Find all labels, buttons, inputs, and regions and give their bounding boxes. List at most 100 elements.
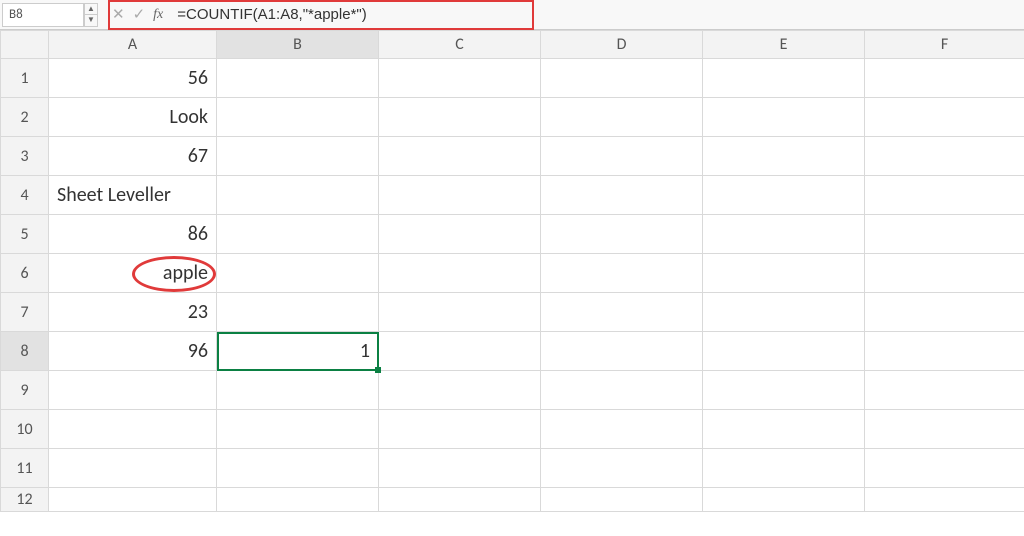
cell-C8[interactable] [379,332,541,371]
cell-F4[interactable] [865,176,1024,215]
fx-label[interactable]: fx [153,7,163,23]
cell-A6[interactable]: apple [49,254,217,293]
cell-E6[interactable] [703,254,865,293]
cell-C6[interactable] [379,254,541,293]
stepper-up-icon[interactable]: ▲ [85,4,97,16]
row-header[interactable]: 11 [1,449,49,488]
row-header[interactable]: 9 [1,371,49,410]
cell-D2[interactable] [541,98,703,137]
row-header[interactable]: 3 [1,137,49,176]
cell-F7[interactable] [865,293,1024,332]
cell-F5[interactable] [865,215,1024,254]
cell-B4[interactable] [217,176,379,215]
cell-B2[interactable] [217,98,379,137]
col-header-E[interactable]: E [703,31,865,59]
cell-E9[interactable] [703,371,865,410]
cell-C7[interactable] [379,293,541,332]
cell-A3[interactable]: 67 [49,137,217,176]
row-header[interactable]: 10 [1,410,49,449]
cell-D3[interactable] [541,137,703,176]
cell-A9[interactable] [49,371,217,410]
cell-F1[interactable] [865,59,1024,98]
cell-C5[interactable] [379,215,541,254]
cell-A10[interactable] [49,410,217,449]
cell-E2[interactable] [703,98,865,137]
select-all-corner[interactable] [1,31,49,59]
row-header[interactable]: 12 [1,488,49,512]
col-header-F[interactable]: F [865,31,1024,59]
cell-D11[interactable] [541,449,703,488]
cell-B9[interactable] [217,371,379,410]
cell-E11[interactable] [703,449,865,488]
cell-F9[interactable] [865,371,1024,410]
cell-F12[interactable] [865,488,1024,512]
cell-E8[interactable] [703,332,865,371]
cell-F3[interactable] [865,137,1024,176]
cell-B10[interactable] [217,410,379,449]
cell-F10[interactable] [865,410,1024,449]
cell-F8[interactable] [865,332,1024,371]
cell-A2[interactable]: Look [49,98,217,137]
cancel-icon[interactable]: ✕ [112,5,125,24]
col-header-B[interactable]: B [217,31,379,59]
cell-B3[interactable] [217,137,379,176]
formula-input[interactable] [177,6,1024,23]
row-header[interactable]: 4 [1,176,49,215]
cell-B5[interactable] [217,215,379,254]
cell-B11[interactable] [217,449,379,488]
cell-E7[interactable] [703,293,865,332]
cell-F6[interactable] [865,254,1024,293]
cell-D4[interactable] [541,176,703,215]
cell-F11[interactable] [865,449,1024,488]
cell-A11[interactable] [49,449,217,488]
col-header-A[interactable]: A [49,31,217,59]
cell-C9[interactable] [379,371,541,410]
row-header[interactable]: 1 [1,59,49,98]
col-header-D[interactable]: D [541,31,703,59]
cell-C2[interactable] [379,98,541,137]
stepper-down-icon[interactable]: ▼ [85,15,97,26]
cell-B12[interactable] [217,488,379,512]
name-box-stepper[interactable]: ▲ ▼ [84,3,98,27]
row-header[interactable]: 2 [1,98,49,137]
cell-A1[interactable]: 56 [49,59,217,98]
cell-D1[interactable] [541,59,703,98]
cell-B6[interactable] [217,254,379,293]
cell-A12[interactable] [49,488,217,512]
cell-E5[interactable] [703,215,865,254]
cell-F2[interactable] [865,98,1024,137]
cell-D8[interactable] [541,332,703,371]
cell-C11[interactable] [379,449,541,488]
cell-C10[interactable] [379,410,541,449]
cell-C1[interactable] [379,59,541,98]
cell-D12[interactable] [541,488,703,512]
name-box[interactable]: B8 [2,3,84,27]
confirm-icon[interactable]: ✓ [133,5,146,24]
cell-E1[interactable] [703,59,865,98]
cell-D5[interactable] [541,215,703,254]
row-header[interactable]: 8 [1,332,49,371]
cell-A4[interactable]: Sheet Leveller [49,176,217,215]
cell-D6[interactable] [541,254,703,293]
row-header[interactable]: 6 [1,254,49,293]
cell-D10[interactable] [541,410,703,449]
cell-B1[interactable] [217,59,379,98]
spreadsheet-grid[interactable]: A B C D E F 1 56 2 Look [0,30,1024,512]
cell-D9[interactable] [541,371,703,410]
col-header-C[interactable]: C [379,31,541,59]
cell-B7[interactable] [217,293,379,332]
cell-A7[interactable]: 23 [49,293,217,332]
cell-A8[interactable]: 96 [49,332,217,371]
cell-E12[interactable] [703,488,865,512]
cell-C4[interactable] [379,176,541,215]
cell-D7[interactable] [541,293,703,332]
cell-B8[interactable]: 1 [217,332,379,371]
row-header[interactable]: 7 [1,293,49,332]
cell-C12[interactable] [379,488,541,512]
row-header[interactable]: 5 [1,215,49,254]
cell-A5[interactable]: 86 [49,215,217,254]
cell-E3[interactable] [703,137,865,176]
cell-E10[interactable] [703,410,865,449]
cell-E4[interactable] [703,176,865,215]
cell-C3[interactable] [379,137,541,176]
